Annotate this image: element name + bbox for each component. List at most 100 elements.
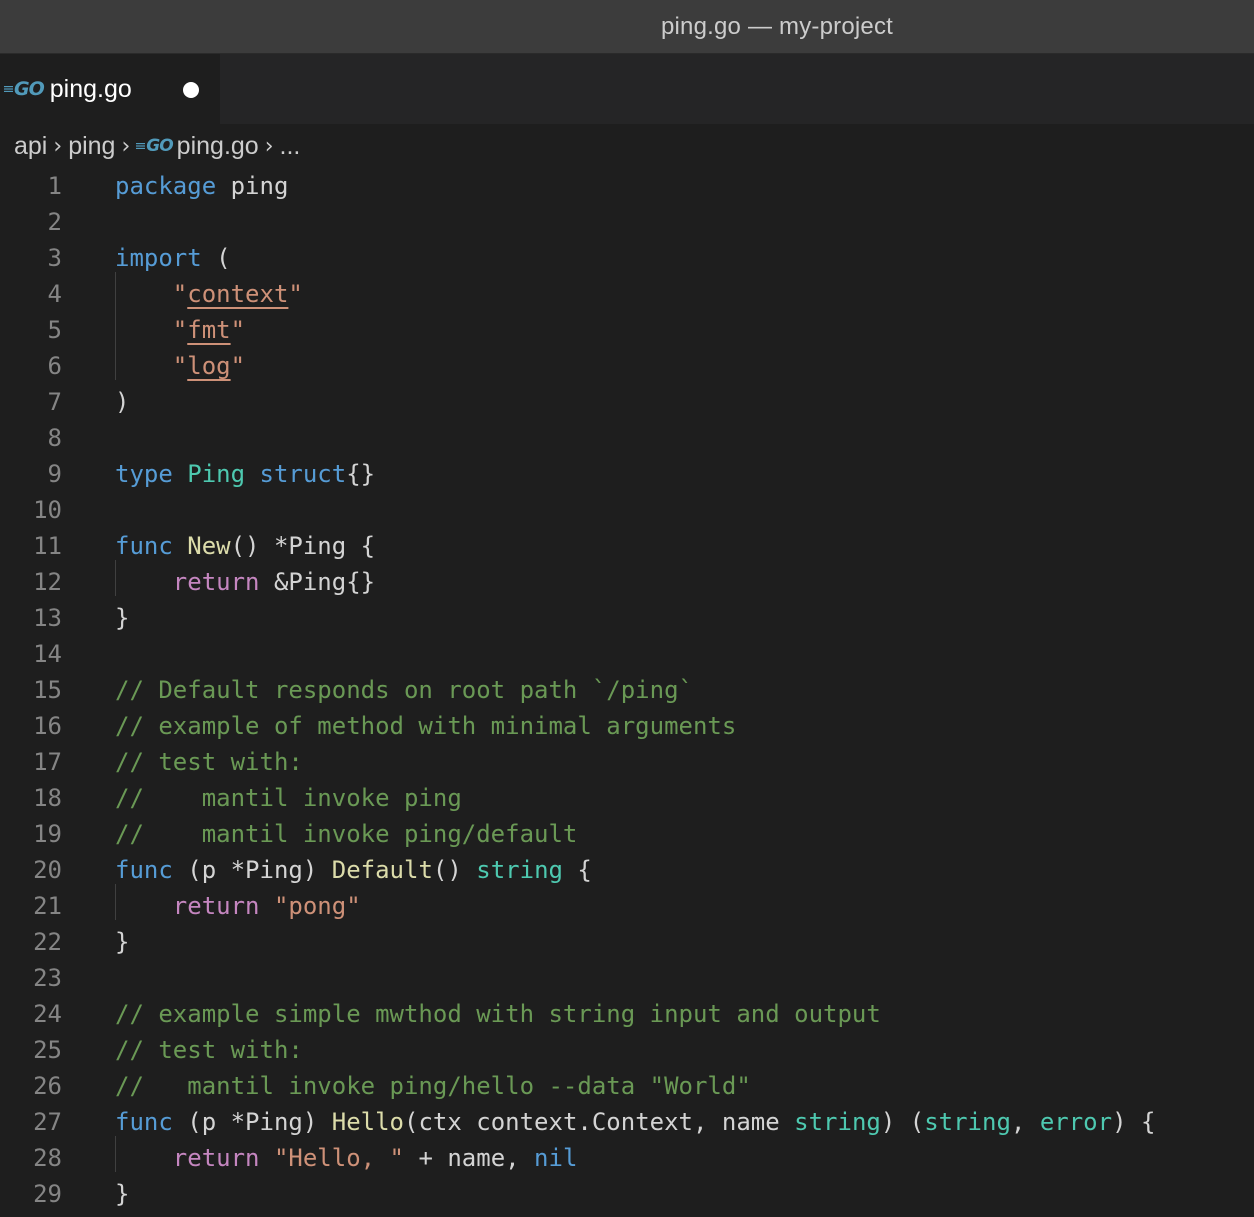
code-token: package (115, 172, 217, 200)
code-line[interactable]: 26 // mantil invoke ping/hello --data "Wo… (0, 1068, 1254, 1104)
line-number: 1 (47, 172, 62, 200)
code-token: log (187, 352, 231, 380)
code-token: ( (201, 244, 231, 272)
code-token: (ctx context.Context, name (404, 1108, 795, 1136)
code-token: context (187, 280, 289, 308)
code-line[interactable]: 21 return "pong" (0, 888, 1254, 924)
code-text: } (115, 1176, 129, 1212)
code-token: func (115, 856, 173, 884)
line-number: 13 (33, 604, 62, 632)
code-text: } (115, 924, 129, 960)
breadcrumb-item-symbols[interactable]: ... (280, 132, 301, 161)
code-token: } (115, 1180, 130, 1208)
code-token: " (172, 316, 188, 344)
code-token: // mantil invoke ping/default (115, 820, 578, 848)
code-token: // example of method with minimal argume… (115, 712, 737, 740)
code-line[interactable]: 16 // example of method with minimal argu… (0, 708, 1254, 744)
code-token: string (476, 856, 563, 884)
code-line[interactable]: 17 // test with: (0, 744, 1254, 780)
code-text: // test with: (115, 744, 303, 780)
code-line[interactable]: 4 "context" (0, 276, 1254, 312)
code-line[interactable]: 15 // Default responds on root path `/pin… (0, 672, 1254, 708)
code-line[interactable]: 23 (0, 960, 1254, 996)
code-line[interactable]: 6 "log" (0, 348, 1254, 384)
unsaved-changes-dot-icon[interactable] (183, 82, 199, 98)
code-token: (p *Ping) (172, 1108, 332, 1136)
line-number: 21 (33, 892, 62, 920)
go-file-icon: GO (136, 136, 174, 156)
line-number: 3 (47, 244, 62, 272)
line-number: 23 (33, 964, 62, 992)
code-token: " (230, 352, 246, 380)
code-token: // mantil invoke ping/hello --data "Worl… (115, 1072, 751, 1100)
code-line[interactable]: 18 // mantil invoke ping (0, 780, 1254, 816)
line-number: 6 (47, 352, 62, 380)
line-number: 15 (33, 676, 62, 704)
line-number: 9 (47, 460, 62, 488)
tab-bar: GO ping.go (0, 54, 1254, 124)
breadcrumb-item-api[interactable]: api (14, 132, 47, 161)
line-number: 18 (33, 784, 62, 812)
line-number: 24 (33, 1000, 62, 1028)
tab-ping-go[interactable]: GO ping.go (0, 54, 220, 124)
code-line[interactable]: 8 (0, 420, 1254, 456)
code-text: func (p *Ping) Hello(ctx context.Context… (115, 1104, 1155, 1140)
code-line[interactable]: 14 (0, 636, 1254, 672)
code-line[interactable]: 19 // mantil invoke ping/default (0, 816, 1254, 852)
code-line[interactable]: 24 // example simple mwthod with string i… (0, 996, 1254, 1032)
line-number: 26 (33, 1072, 62, 1100)
code-token: Ping (187, 460, 246, 488)
code-line[interactable]: 20 func (p *Ping) Default() string { (0, 852, 1254, 888)
code-line[interactable]: 11 func New() *Ping { (0, 528, 1254, 564)
code-token: ) { (1112, 1108, 1156, 1136)
code-token: string (794, 1108, 881, 1136)
code-token: &Ping{} (259, 568, 376, 596)
code-line[interactable]: 27 func (p *Ping) Hello(ctx context.Conte… (0, 1104, 1254, 1140)
code-token: return (172, 892, 260, 920)
code-token: + name, (404, 1144, 535, 1172)
code-token: Default (331, 856, 433, 884)
code-token: // Default responds on root path `/ping` (115, 676, 693, 704)
code-line[interactable]: 9 type Ping struct{} (0, 456, 1254, 492)
code-line[interactable]: 7) (0, 384, 1254, 420)
code-text: "context" (115, 276, 303, 312)
line-number: 27 (33, 1108, 62, 1136)
line-number: 7 (47, 388, 62, 416)
code-token: () (432, 856, 477, 884)
code-token: return (172, 1144, 260, 1172)
chevron-right-icon: › (264, 133, 274, 159)
code-text: // mantil invoke ping/hello --data "Worl… (115, 1068, 751, 1104)
code-token: " (288, 280, 303, 308)
code-token: ping (216, 172, 289, 200)
code-token: return (172, 568, 260, 596)
line-number: 14 (33, 640, 62, 668)
title-bar: ping.go — my-project (0, 0, 1254, 54)
code-line[interactable]: 22} (0, 924, 1254, 960)
code-line[interactable]: 25 // test with: (0, 1032, 1254, 1068)
code-line[interactable]: 10 (0, 492, 1254, 528)
code-line[interactable]: 1 package ping (0, 168, 1254, 204)
line-number: 20 (33, 856, 62, 884)
code-line[interactable]: 13} (0, 600, 1254, 636)
code-line[interactable]: 5 "fmt" (0, 312, 1254, 348)
breadcrumb-item-ping[interactable]: ping (68, 132, 115, 161)
code-editor[interactable]: 1 package ping 2 3 import (4 "context" 5 "fmt… (0, 168, 1254, 1212)
code-text: return "pong" (115, 888, 361, 924)
code-token: func (115, 532, 173, 560)
code-line[interactable]: 29} (0, 1176, 1254, 1212)
code-line[interactable]: 2 (0, 204, 1254, 240)
code-line[interactable]: 28 return "Hello, " + name, nil (0, 1140, 1254, 1176)
line-number: 25 (33, 1036, 62, 1064)
code-text: func New() *Ping { (115, 528, 375, 564)
code-line[interactable]: 12 return &Ping{} (0, 564, 1254, 600)
code-token: import (115, 244, 202, 272)
breadcrumb-item-file[interactable]: ping.go (177, 132, 259, 161)
code-line[interactable]: 3 import ( (0, 240, 1254, 276)
code-text: return "Hello, " + name, nil (115, 1140, 578, 1176)
